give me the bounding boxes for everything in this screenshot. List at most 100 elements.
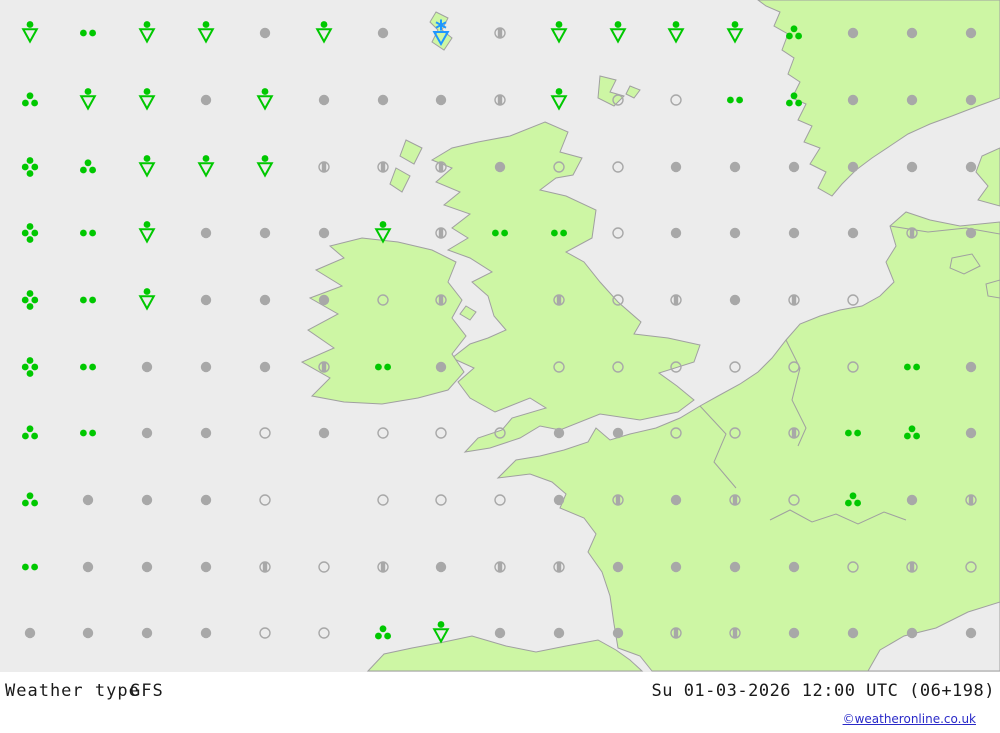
heavy-rain-icon [21,290,39,310]
rain-shower-icon [550,88,568,111]
cloudy-icon [847,227,859,239]
cloudy-icon [729,161,741,173]
rain-shower-icon [21,21,39,44]
cloudy-icon [553,627,565,639]
cloudy-icon [141,494,153,506]
cloudy-icon [435,361,447,373]
partly-cloudy-icon [553,561,565,573]
cloudy-icon [553,494,565,506]
cloudy-icon [318,427,330,439]
model-label: GFS [130,681,164,701]
cloudy-icon [906,27,918,39]
partly-cloudy-icon [494,561,506,573]
cloudy-icon [200,361,212,373]
cloudy-icon [965,27,977,39]
rain-shower-icon [138,155,156,178]
cloudy-icon [965,94,977,106]
rain-icon [22,92,38,107]
partly-cloudy-icon [788,294,800,306]
land-orkney [597,75,625,107]
cloudy-icon [965,427,977,439]
cloudy-icon [788,161,800,173]
rain-shower-icon [550,21,568,44]
light-rain-icon [22,563,38,571]
heavy-rain-icon [21,223,39,243]
rain-shower-icon [138,21,156,44]
rain-icon [22,492,38,507]
cloudy-icon [435,94,447,106]
cloudy-icon [259,27,271,39]
map-canvas [21,0,1000,672]
rain-shower-icon [138,288,156,311]
clear-icon [318,627,330,639]
land-orkney [625,85,641,99]
cloudy-icon [906,627,918,639]
cloudy-icon [318,227,330,239]
land-sweden-edge [975,147,1000,207]
rain-shower-icon [726,21,744,44]
partly-cloudy-icon [494,27,506,39]
cloudy-icon [729,227,741,239]
cloudy-icon [24,627,36,639]
weather-map [0,0,1000,672]
cloudy-icon [200,294,212,306]
land-isle-of-man [459,305,477,321]
rain-shower-icon [609,21,627,44]
copyright-link[interactable]: ©weatheronline.co.uk [843,712,976,726]
cloudy-icon [200,494,212,506]
land-ireland [300,237,467,405]
land-hebrides [399,139,423,165]
cloudy-icon [906,94,918,106]
cloudy-icon [670,227,682,239]
rain-icon [375,625,391,640]
cloudy-icon [847,94,859,106]
cloudy-icon [200,427,212,439]
rain-shower-icon [432,621,450,644]
map-type-label: Weather type [5,681,140,701]
cloudy-icon [965,161,977,173]
rain-shower-icon [197,155,215,178]
cloudy-icon [141,361,153,373]
rain-shower-icon [256,88,274,111]
cloudy-icon [82,627,94,639]
light-rain-icon [80,296,96,304]
clear-icon [377,494,389,506]
partly-cloudy-icon [377,161,389,173]
footer-bar: Weather type GFS Su 01-03-2026 12:00 UTC… [0,672,1000,733]
land-spain [366,635,644,672]
clear-icon [847,294,859,306]
cloudy-icon [200,627,212,639]
cloudy-icon [553,427,565,439]
cloudy-icon [670,494,682,506]
clear-icon [612,161,624,173]
clear-icon [377,427,389,439]
clear-icon [259,494,271,506]
cloudy-icon [259,227,271,239]
timestamp-label: Su 01-03-2026 12:00 UTC (06+198) [651,681,995,701]
light-rain-icon [80,363,96,371]
light-rain-icon [727,96,743,104]
cloudy-icon [847,161,859,173]
cloudy-icon [435,561,447,573]
rain-icon [80,159,96,174]
cloudy-icon [965,627,977,639]
cloudy-icon [200,94,212,106]
cloudy-icon [82,494,94,506]
cloudy-icon [612,627,624,639]
cloudy-icon [318,294,330,306]
rain-shower-icon [374,221,392,244]
cloudy-icon [141,627,153,639]
cloudy-icon [141,561,153,573]
cloudy-icon [259,361,271,373]
cloudy-icon [670,161,682,173]
cloudy-icon [729,561,741,573]
cloudy-icon [965,361,977,373]
clear-icon [435,427,447,439]
land-great-britain [430,121,701,453]
rain-shower-icon [256,155,274,178]
cloudy-icon [965,227,977,239]
heavy-rain-icon [21,157,39,177]
cloudy-icon [670,561,682,573]
rain-shower-icon [667,21,685,44]
cloudy-icon [906,161,918,173]
